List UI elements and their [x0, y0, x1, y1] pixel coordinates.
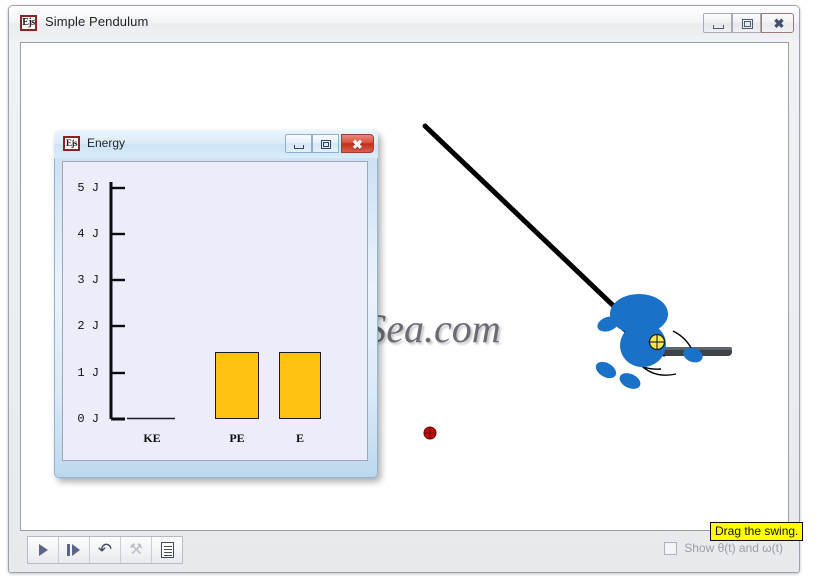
- close-icon: ✖: [352, 137, 363, 152]
- bottom-toolbar: ↶ ⚒ Show θ(t) and ω(t): [20, 536, 789, 566]
- energy-dialog-title: Energy: [87, 136, 126, 150]
- bar-e: [279, 352, 321, 419]
- play-button[interactable]: [28, 537, 59, 563]
- bar-label-e: E: [295, 431, 304, 445]
- energy-bar-chart: 0 J 1 J 2 J 3 J 4 J 5 J KE PE E: [62, 161, 368, 461]
- reset-icon: ↶: [97, 540, 113, 559]
- bar-label-ke: KE: [143, 431, 161, 445]
- document-icon: [161, 542, 174, 558]
- play-icon: [39, 544, 48, 556]
- tools-button[interactable]: ⚒: [121, 537, 152, 563]
- ytick-label: 3 J: [77, 273, 99, 287]
- pivot-marker[interactable]: [648, 333, 666, 351]
- ejs-icon: Ejs: [20, 15, 37, 31]
- close-button[interactable]: ✖: [761, 13, 794, 33]
- ytick-label: 1 J: [77, 366, 99, 380]
- step-icon-triangle: [72, 544, 80, 556]
- minimize-icon: [713, 25, 724, 29]
- wrench-icon: ⚒: [129, 541, 143, 558]
- show-theta-omega-label: Show θ(t) and ω(t): [684, 541, 783, 555]
- step-button[interactable]: [59, 537, 90, 563]
- step-icon: [67, 544, 70, 556]
- bar-label-pe: PE: [229, 431, 245, 445]
- show-theta-omega-checkbox[interactable]: [664, 541, 678, 555]
- drag-handle-marker[interactable]: [423, 426, 437, 440]
- energy-dialog[interactable]: Ejs Energy ✖ 0 J 1 J 2 J 3 J 4 J 5 J KE …: [54, 130, 378, 478]
- pages-button[interactable]: [152, 537, 182, 563]
- show-theta-omega-control[interactable]: Show θ(t) and ω(t): [664, 541, 783, 555]
- ytick-label: 0 J: [77, 412, 99, 426]
- minimize-icon: [294, 145, 304, 149]
- ytick-label: 2 J: [77, 319, 99, 333]
- window-titlebar[interactable]: Ejs Simple Pendulum ✖: [9, 6, 799, 40]
- ytick-label: 5 J: [77, 181, 99, 195]
- energy-minimize-button[interactable]: [285, 134, 312, 153]
- close-icon: ✖: [773, 16, 785, 31]
- window-title: Simple Pendulum: [45, 14, 149, 29]
- playback-button-group: ↶ ⚒: [27, 536, 183, 564]
- energy-close-button[interactable]: ✖: [341, 134, 374, 153]
- energy-maximize-button[interactable]: [312, 134, 339, 153]
- application-window: Ejs Simple Pendulum ✖ SoftSea.com Ejs En…: [8, 5, 804, 573]
- minimize-button[interactable]: [703, 13, 732, 33]
- maximize-icon: [321, 140, 331, 149]
- maximize-button[interactable]: [732, 13, 761, 33]
- energy-dialog-titlebar[interactable]: Ejs Energy ✖: [54, 130, 378, 158]
- simulation-canvas[interactable]: SoftSea.com Ejs Energy ✖ 0 J 1 J 2 J 3 J…: [20, 42, 789, 531]
- maximize-icon: [742, 19, 753, 29]
- bar-pe: [215, 352, 259, 419]
- tooltip: Drag the swing.: [710, 522, 804, 541]
- reset-button[interactable]: ↶: [90, 537, 121, 563]
- ejs-icon: Ejs: [63, 136, 80, 151]
- ytick-label: 4 J: [77, 227, 99, 241]
